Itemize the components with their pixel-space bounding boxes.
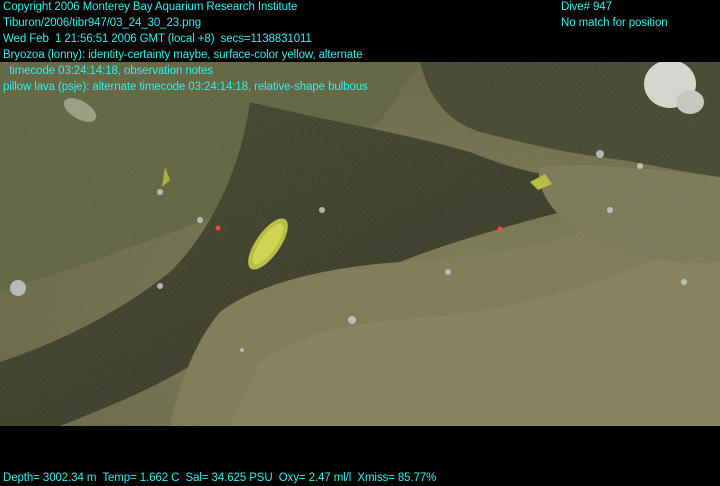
sensor-readout: Depth= 3002.34 m Temp= 1.662 C Sal= 34.6… [3,472,437,484]
annotation-pillow-lava: pillow lava (psje): alternate timecode 0… [3,81,368,93]
file-path-text: Tiburon/2006/tibr947/03_24_30_23.png [3,17,202,29]
copyright-text: Copyright 2006 Monterey Bay Aquarium Res… [3,1,298,13]
position-status: No match for position [561,17,668,29]
overlay-top-left: Copyright 2006 Monterey Bay Aquarium Res… [3,0,368,95]
dive-number: Dive# 947 [561,1,612,13]
annotation-bryozoa-line1: Bryozoa (lonny): identity-certainty mayb… [3,49,363,61]
annotation-bryozoa-line2: timecode 03:24:14:18, observation notes [3,65,214,77]
seafloor-scene [0,62,720,426]
seafloor-video-still [0,62,720,426]
overlay-top-right: Dive# 947 No match for position [561,0,668,31]
video-frame: Copyright 2006 Monterey Bay Aquarium Res… [0,0,720,486]
datetime-text: Wed Feb 1 21:56:51 2006 GMT (local +8) s… [3,33,312,45]
sediment-texture [0,62,720,426]
